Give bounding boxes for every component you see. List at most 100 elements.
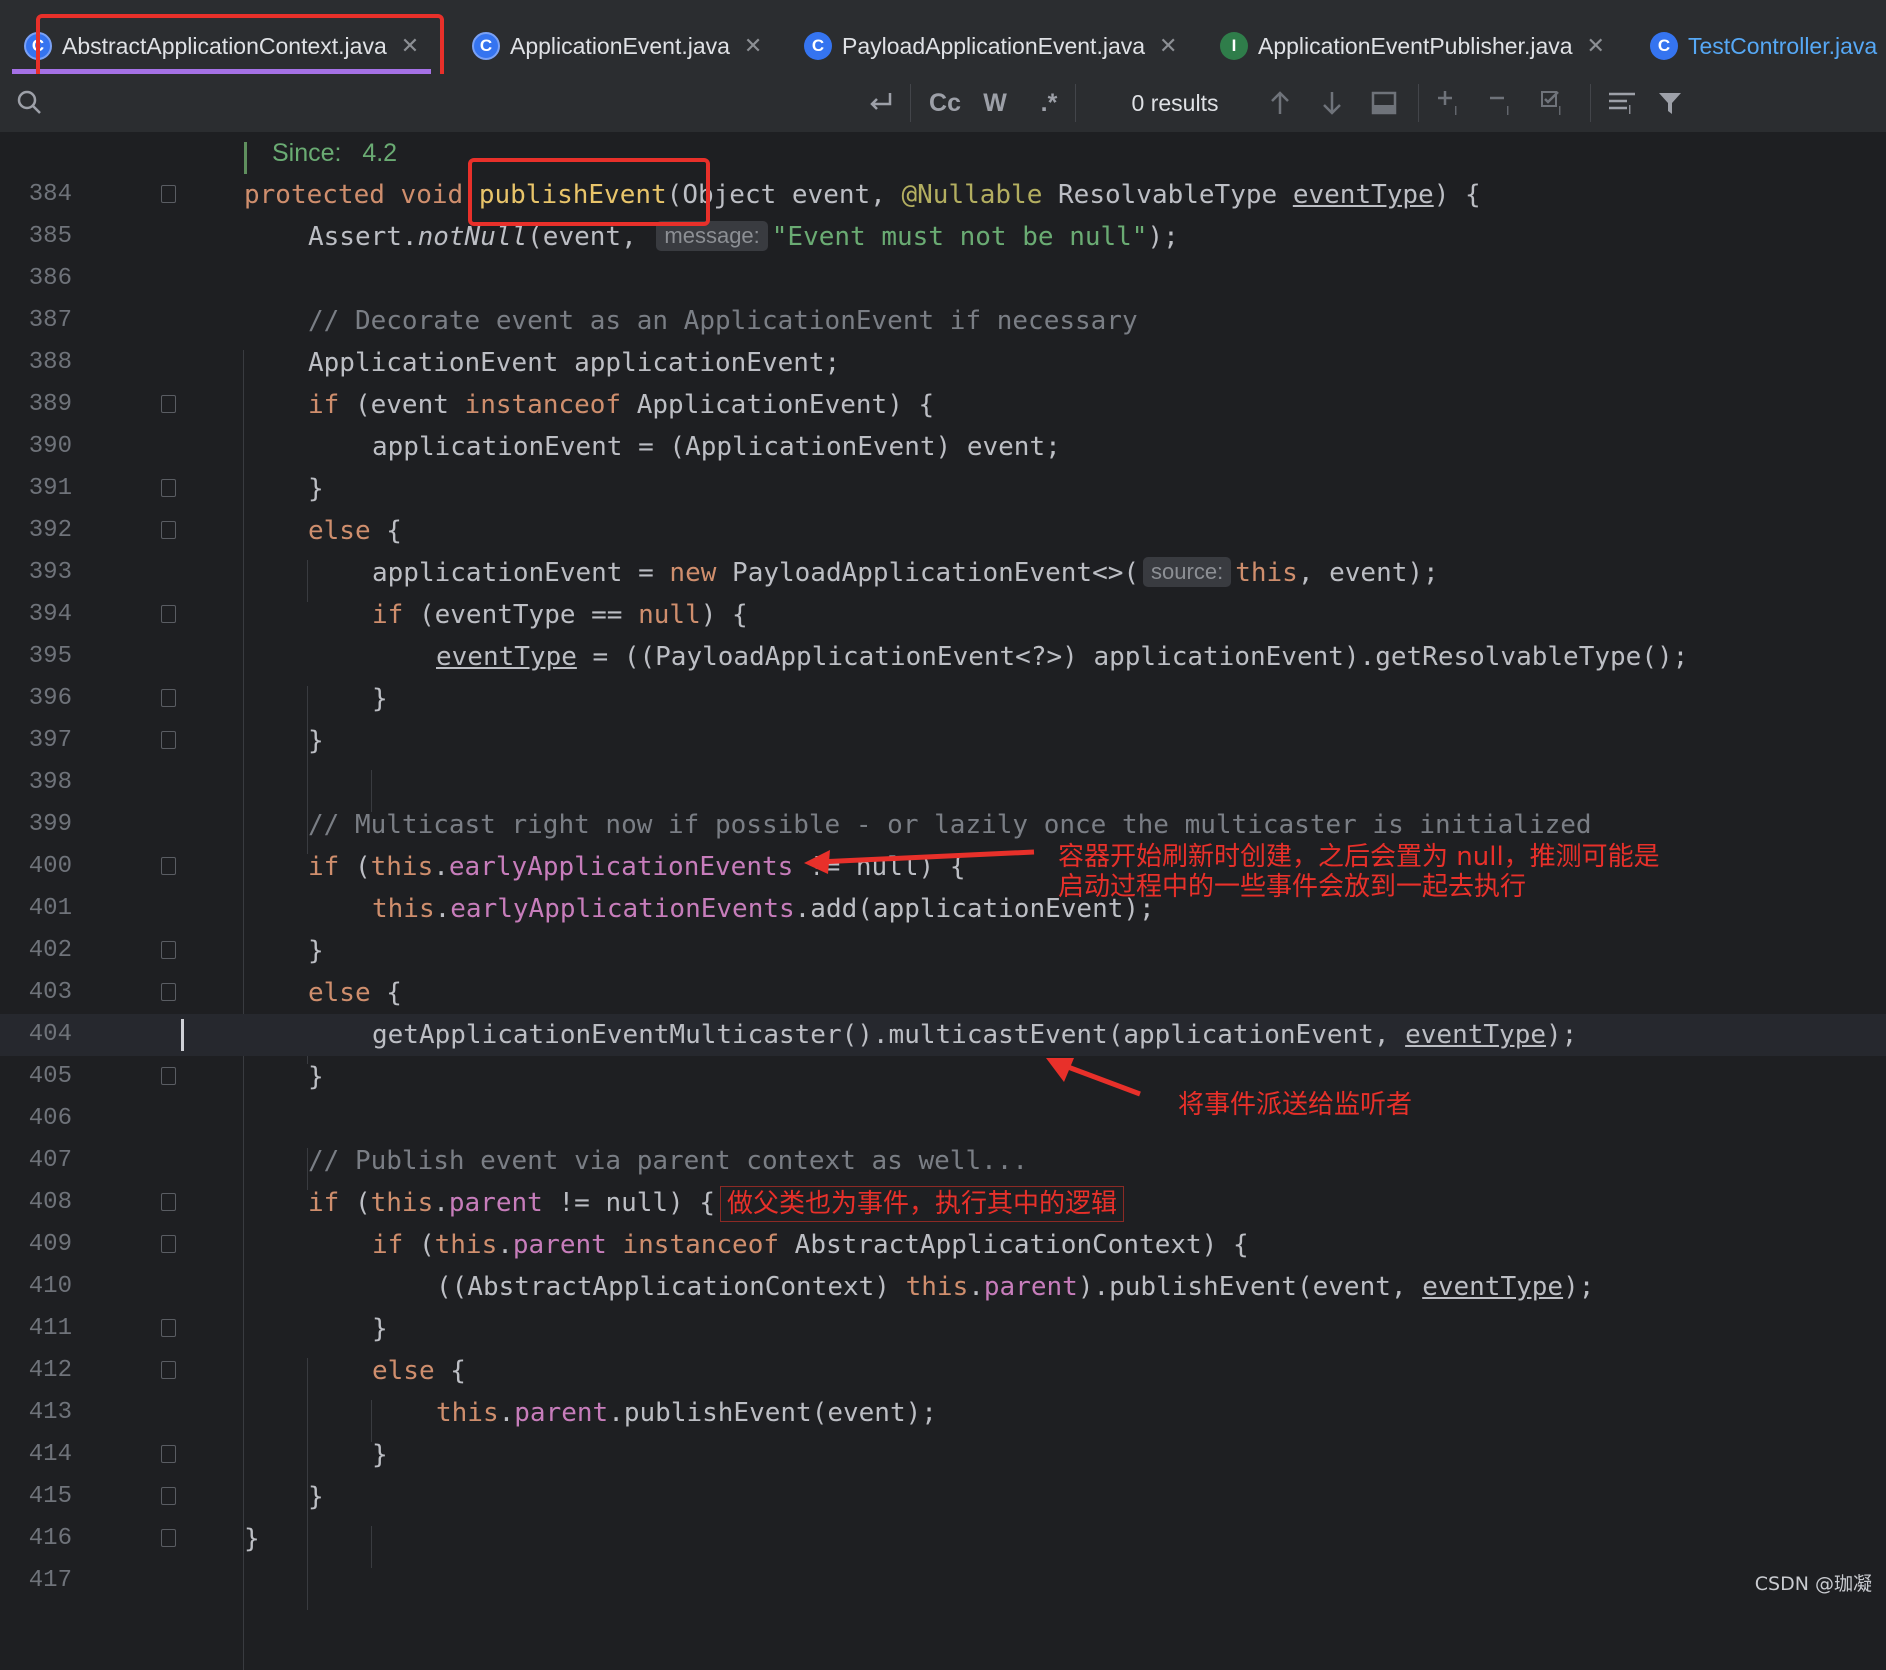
- tab-payload-application-event[interactable]: C PayloadApplicationEvent.java ✕: [804, 20, 1177, 72]
- parameter-hint: source:: [1143, 557, 1232, 587]
- code-line[interactable]: 388 ApplicationEvent applicationEvent;: [0, 342, 1886, 384]
- in-selection-icon[interactable]: I: [1602, 74, 1642, 132]
- fold-marker-icon[interactable]: [161, 1445, 176, 1463]
- line-number: 394: [28, 601, 72, 628]
- fold-marker-icon[interactable]: [161, 941, 176, 959]
- code-line[interactable]: 393 applicationEvent = new PayloadApplic…: [0, 552, 1886, 594]
- close-icon[interactable]: ✕: [1587, 33, 1605, 59]
- select-all-occurrences-icon[interactable]: [1366, 74, 1402, 132]
- parent-note: 做父类也为事件，执行其中的逻辑: [720, 1186, 1125, 1222]
- tab-application-event[interactable]: C ApplicationEvent.java ✕: [472, 20, 762, 72]
- doc-since: Since: 4.2: [272, 132, 397, 174]
- code-line[interactable]: 409 if (this.parent instanceof AbstractA…: [0, 1224, 1886, 1266]
- fold-marker-icon[interactable]: [161, 1319, 176, 1337]
- fold-marker-icon[interactable]: [161, 1067, 176, 1085]
- code-line[interactable]: 416 }: [0, 1518, 1886, 1560]
- code-editor[interactable]: Since: 4.2 384 protected void publishEve…: [0, 132, 1886, 1670]
- line-number: 403: [28, 979, 72, 1006]
- code-line[interactable]: 402 }: [0, 930, 1886, 972]
- code-line[interactable]: 405 }: [0, 1056, 1886, 1098]
- code-line[interactable]: 390 applicationEvent = (ApplicationEvent…: [0, 426, 1886, 468]
- code-line[interactable]: 406: [0, 1098, 1886, 1140]
- fold-marker-icon[interactable]: [161, 689, 176, 707]
- code-line[interactable]: 398: [0, 762, 1886, 804]
- code-line[interactable]: 384 protected void publishEvent(Object e…: [0, 174, 1886, 216]
- code-text: else {: [308, 978, 402, 1008]
- fold-marker-icon[interactable]: [161, 1529, 176, 1547]
- fold-marker-icon[interactable]: [161, 983, 176, 1001]
- code-line[interactable]: 414 }: [0, 1434, 1886, 1476]
- search-results-count: 0 results: [1131, 89, 1219, 116]
- filter-icon[interactable]: [1650, 74, 1690, 132]
- fold-marker-icon[interactable]: [161, 857, 176, 875]
- doc-since-label: Since:: [272, 139, 342, 167]
- add-selection-icon[interactable]: I: [1432, 74, 1472, 132]
- code-line[interactable]: 413 this.parent.publishEvent(event);: [0, 1392, 1886, 1434]
- close-icon[interactable]: ✕: [744, 33, 762, 59]
- line-number: 386: [28, 265, 72, 292]
- svg-text:I: I: [1558, 104, 1562, 117]
- code-comment: // Decorate event as an ApplicationEvent…: [308, 306, 1138, 336]
- code-text: if (event instanceof ApplicationEvent) {: [308, 390, 935, 420]
- tab-application-event-publisher[interactable]: I ApplicationEventPublisher.java ✕: [1220, 20, 1605, 72]
- interface-icon: I: [1220, 32, 1248, 60]
- code-line[interactable]: 395 eventType = ((PayloadApplicationEven…: [0, 636, 1886, 678]
- code-line[interactable]: 412 else {: [0, 1350, 1886, 1392]
- fold-marker-icon[interactable]: [161, 1235, 176, 1253]
- find-bar: Cc W .* 0 results I I I I: [0, 74, 1886, 133]
- line-number: 387: [28, 307, 72, 334]
- code-text: ((AbstractApplicationContext) this.paren…: [436, 1272, 1595, 1302]
- code-text: if (this.parent != null) {: [308, 1188, 716, 1218]
- code-line[interactable]: 399 // Multicast right now if possible -…: [0, 804, 1886, 846]
- code-line[interactable]: 410 ((AbstractApplicationContext) this.p…: [0, 1266, 1886, 1308]
- method-name-highlight-box: [468, 158, 710, 226]
- fold-marker-icon[interactable]: [161, 731, 176, 749]
- code-line[interactable]: 385 Assert.notNull(event, message: "Event…: [0, 216, 1886, 258]
- code-line[interactable]: 415 }: [0, 1476, 1886, 1518]
- doc-since-value: 4.2: [362, 139, 398, 167]
- fold-marker-icon[interactable]: [161, 605, 176, 623]
- fold-marker-icon[interactable]: [161, 479, 176, 497]
- fold-marker-icon[interactable]: [161, 1487, 176, 1505]
- code-line[interactable]: 411 }: [0, 1308, 1886, 1350]
- code-line[interactable]: 394 if (eventType == null) {: [0, 594, 1886, 636]
- code-comment: // Multicast right now if possible - or …: [308, 810, 1592, 840]
- code-line[interactable]: 391 }: [0, 468, 1886, 510]
- code-text: else {: [308, 516, 402, 546]
- fold-marker-icon[interactable]: [161, 1193, 176, 1211]
- code-line[interactable]: 396 }: [0, 678, 1886, 720]
- words-button[interactable]: W: [974, 74, 1016, 132]
- arrow-down-icon[interactable]: [1314, 74, 1350, 132]
- close-icon[interactable]: ✕: [1159, 33, 1177, 59]
- code-line-current[interactable]: 404 getApplicationEventMulticaster().mul…: [0, 1014, 1886, 1056]
- fold-marker-icon[interactable]: [161, 395, 176, 413]
- arrow-up-icon[interactable]: [1262, 74, 1298, 132]
- search-icon[interactable]: [10, 74, 50, 132]
- line-number: 398: [28, 769, 72, 796]
- regex-button[interactable]: .*: [1028, 74, 1070, 132]
- fold-marker-icon[interactable]: [161, 521, 176, 539]
- code-line[interactable]: 389 if (event instanceof ApplicationEven…: [0, 384, 1886, 426]
- match-case-button[interactable]: Cc: [920, 74, 970, 132]
- code-line[interactable]: 392 else {: [0, 510, 1886, 552]
- code-line[interactable]: 386: [0, 258, 1886, 300]
- new-line-icon[interactable]: [860, 74, 900, 132]
- line-number: 393: [28, 559, 72, 586]
- code-text: }: [308, 474, 324, 504]
- fold-marker-icon[interactable]: [161, 1361, 176, 1379]
- code-line[interactable]: 407 // Publish event via parent context …: [0, 1140, 1886, 1182]
- code-line[interactable]: 403 else {: [0, 972, 1886, 1014]
- fold-marker-icon[interactable]: [161, 185, 176, 203]
- line-number: 406: [28, 1105, 72, 1132]
- select-all-matches-icon[interactable]: I: [1536, 74, 1576, 132]
- svg-text:I: I: [1454, 104, 1458, 117]
- abstract-class-icon: C: [472, 32, 500, 60]
- tab-test-controller[interactable]: C TestController.java: [1650, 20, 1877, 72]
- code-line[interactable]: 387 // Decorate event as an ApplicationE…: [0, 300, 1886, 342]
- tab-label: PayloadApplicationEvent.java: [842, 32, 1146, 59]
- code-line[interactable]: 397 }: [0, 720, 1886, 762]
- editor-tab-bar: C AbstractApplicationContext.java ✕ C Ap…: [0, 0, 1886, 75]
- note-line-1: 容器开始刷新时创建，之后会置为 null，推测可能是: [1058, 842, 1660, 872]
- remove-selection-icon[interactable]: I: [1484, 74, 1524, 132]
- code-line[interactable]: 417: [0, 1560, 1886, 1602]
